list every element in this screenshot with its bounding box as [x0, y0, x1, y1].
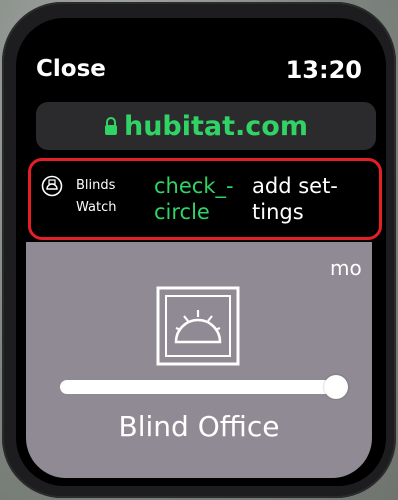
app-toolbar: Blinds Watch check_- circle add set- tin…: [28, 158, 382, 240]
lock-icon: [104, 117, 117, 135]
add-settings-button[interactable]: add set- tings: [252, 173, 370, 225]
status-bar: Close 13:20: [36, 56, 362, 92]
clock: 13:20: [285, 56, 362, 84]
url-domain: hubitat.com: [123, 110, 308, 142]
blind-icon: [156, 286, 240, 366]
more-button[interactable]: mo: [330, 256, 372, 280]
close-button[interactable]: Close: [36, 56, 106, 82]
blind-level-slider[interactable]: [60, 375, 348, 399]
app-name: Blinds Watch: [76, 178, 117, 215]
blinds-watch-icon: [41, 175, 63, 197]
slider-thumb[interactable]: [324, 375, 348, 399]
url-bar[interactable]: hubitat.com: [36, 102, 376, 150]
device-name: Blind Office: [118, 410, 280, 443]
check-circle-button[interactable]: check_- circle: [154, 173, 252, 225]
device-card: mo Blind Office: [26, 242, 372, 478]
